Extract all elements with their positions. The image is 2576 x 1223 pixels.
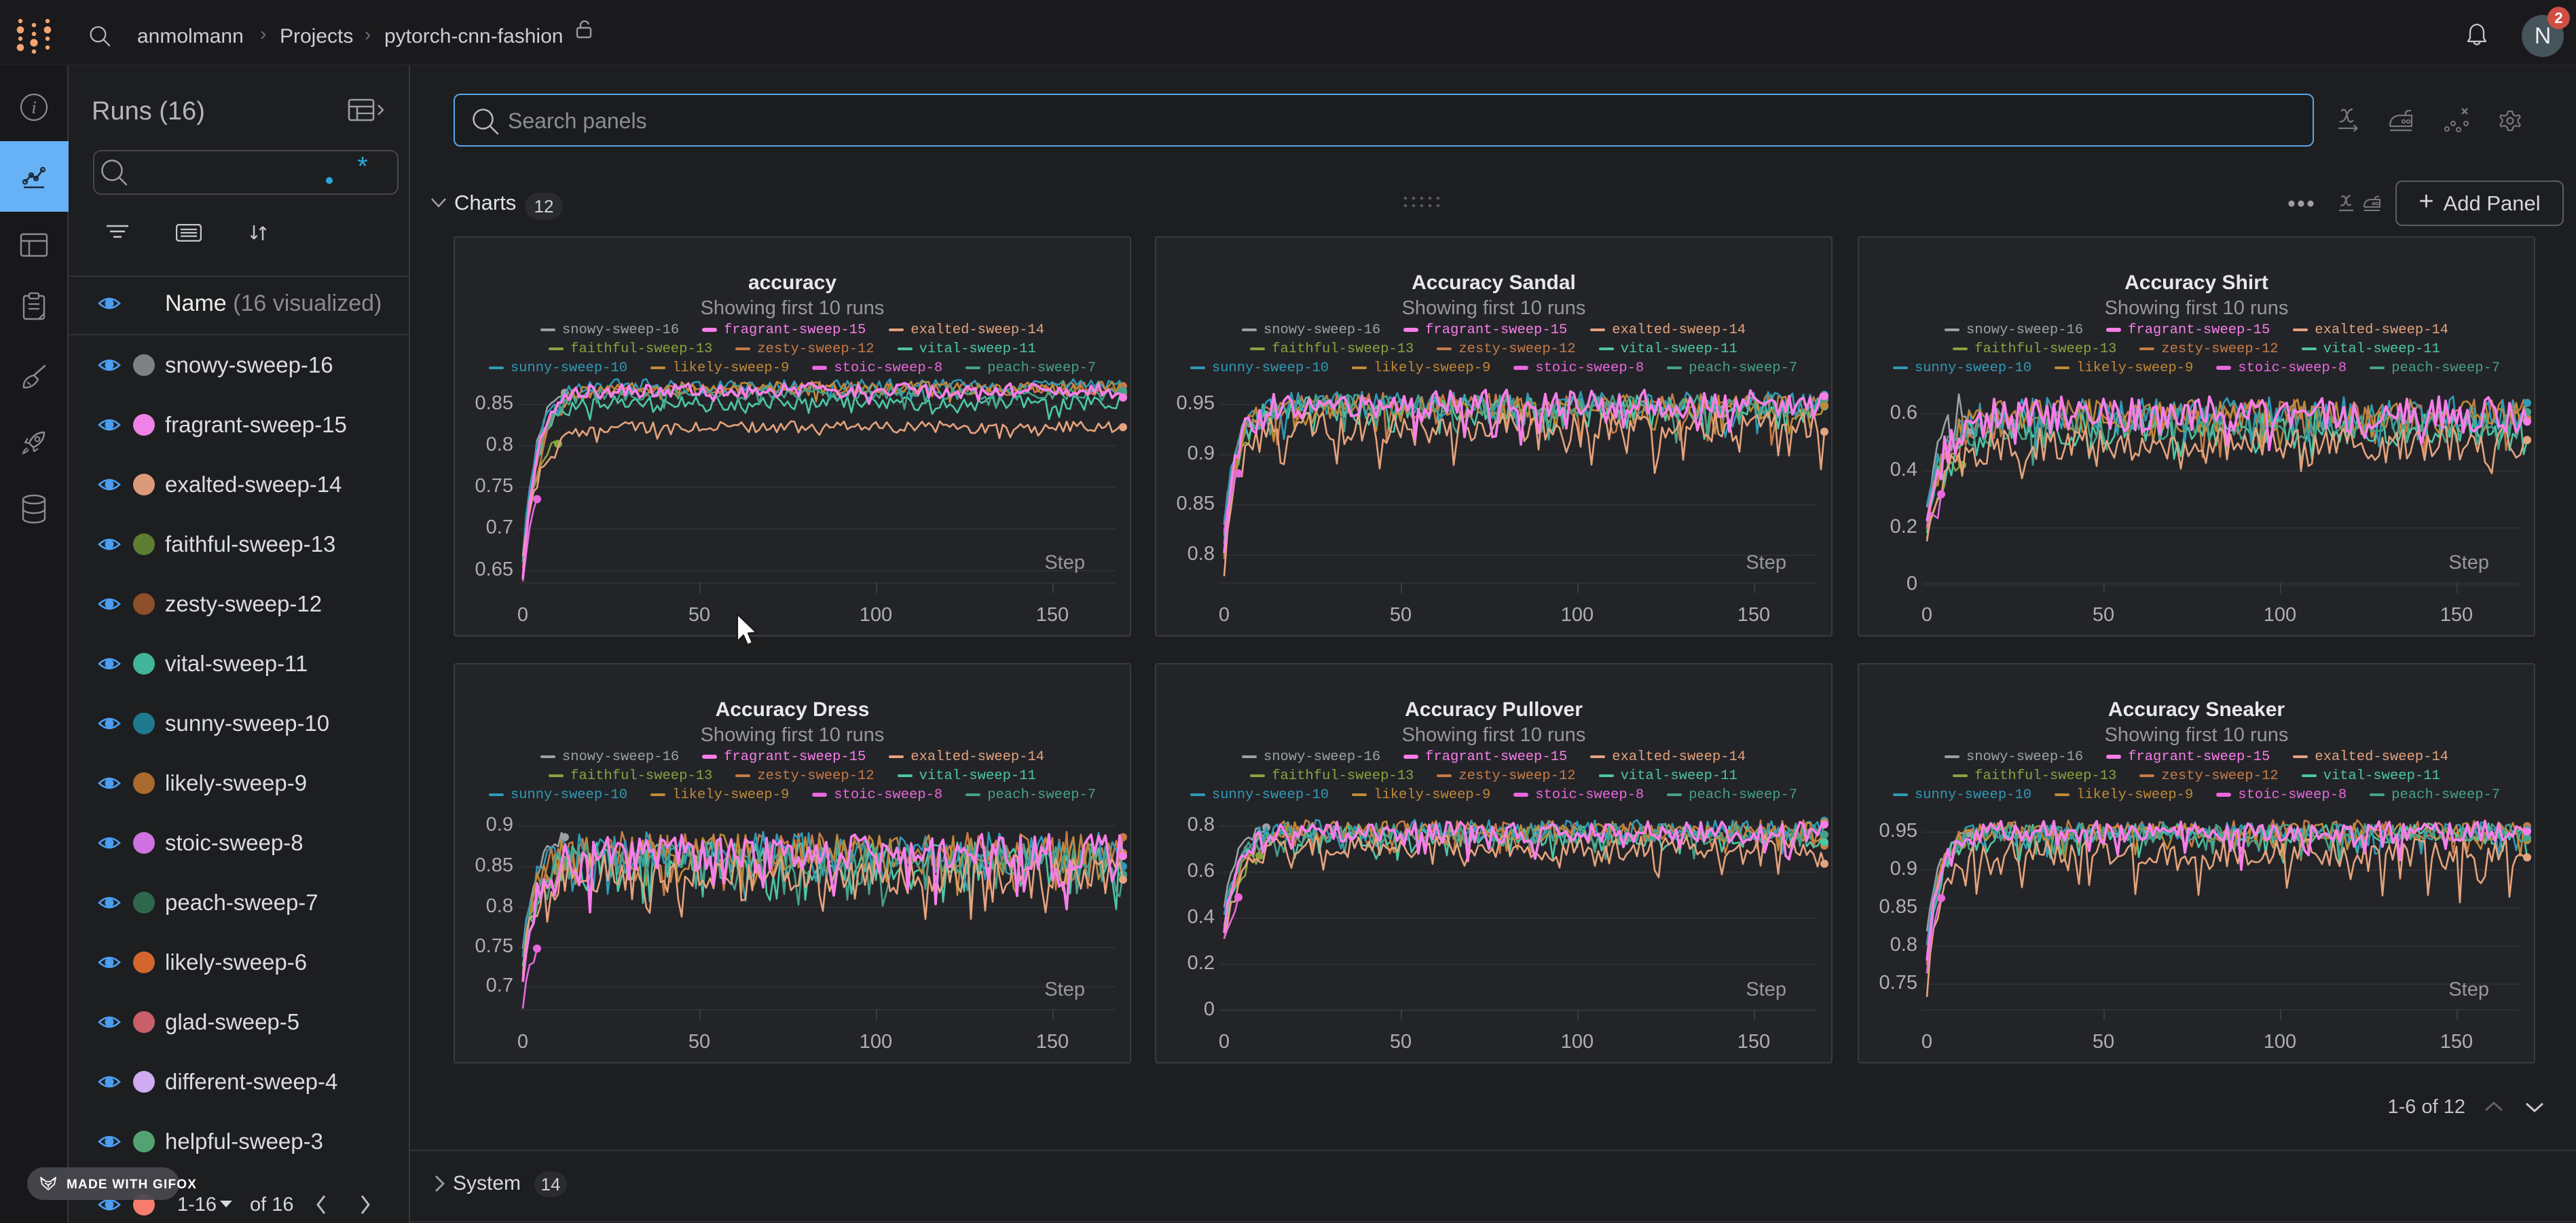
svg-text:i: i (31, 98, 36, 117)
